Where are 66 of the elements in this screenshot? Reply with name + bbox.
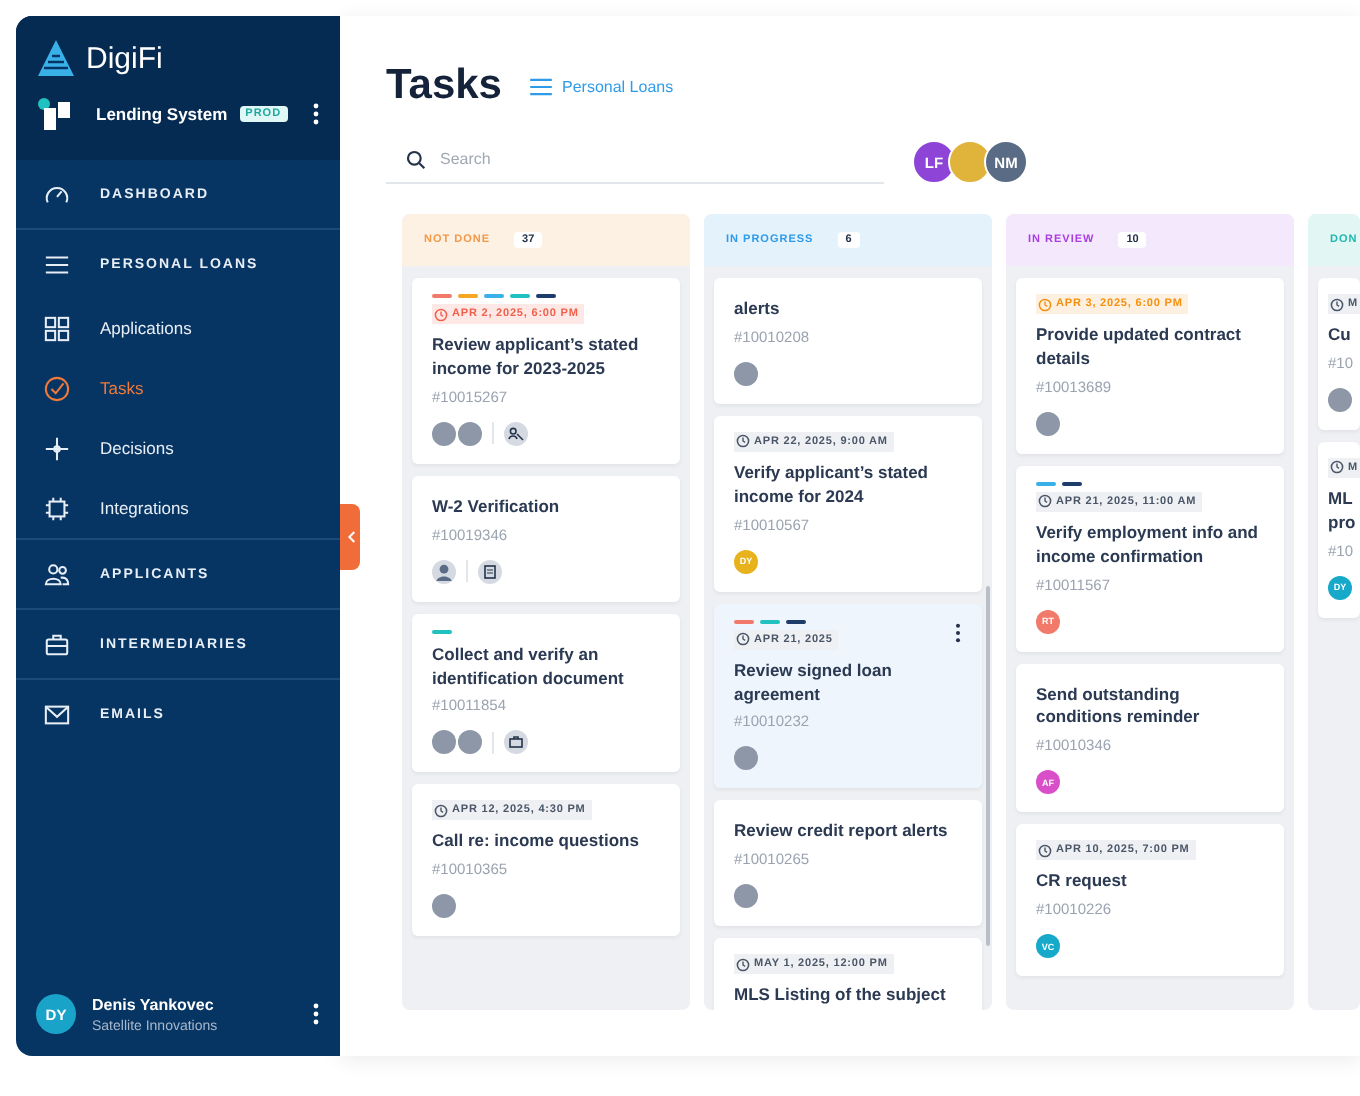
task-title: ML pro: [1328, 487, 1356, 536]
search-icon: [406, 149, 426, 169]
clock-icon: [736, 632, 750, 647]
menu-icon: [530, 77, 552, 95]
task-title: alerts: [734, 298, 780, 322]
clock-icon: [1038, 494, 1052, 509]
person-icon: [432, 559, 456, 584]
avatar-photo: [458, 421, 482, 446]
clock-icon: [1038, 297, 1052, 311]
logo-text: DigiFi: [86, 41, 163, 75]
task-title: Call re: income questions: [432, 830, 639, 855]
clock-icon: [434, 307, 448, 321]
avatar-photo: [734, 884, 758, 909]
avatar-photo: [1036, 411, 1060, 436]
avatar-photo: [432, 730, 456, 755]
clock-icon: [1330, 460, 1344, 475]
avatar-photo: [734, 361, 758, 386]
task-title: MLS Listing of the subject: [734, 984, 946, 1009]
gauge-icon: [44, 181, 70, 207]
clock-icon: [1330, 297, 1344, 311]
task-title: Collect and verify an identification document: [432, 643, 626, 691]
task-title: Provide updated contract details: [1036, 324, 1243, 372]
more-icon[interactable]: [312, 102, 320, 126]
nav-item[interactable]: Decisions: [16, 418, 340, 478]
clock-icon: [434, 803, 448, 818]
menu-icon: [44, 251, 70, 277]
briefcase-icon: [44, 631, 70, 657]
page-title: Tasks: [386, 62, 502, 110]
workspace-icon: [36, 96, 72, 132]
briefcase-icon: [504, 730, 528, 755]
chip-icon: [44, 495, 70, 521]
nav-item[interactable]: Applications: [16, 298, 340, 358]
avatar-photo[interactable]: [948, 140, 992, 184]
task-title: CR request: [1036, 870, 1127, 895]
avatar-photo: [734, 746, 758, 771]
task-title: Verify employment info and income confirmation: [1036, 521, 1260, 570]
check-icon: [44, 375, 70, 401]
scrollbar[interactable]: [986, 586, 990, 946]
avatar-photo: [1328, 387, 1352, 412]
task-title: Cu: [1328, 324, 1351, 348]
user-name: Denis Yankovec: [92, 995, 216, 1013]
clock-icon: [736, 957, 750, 972]
avatar-photo: [432, 421, 456, 446]
task-title: Review signed loan agreement: [734, 659, 894, 707]
more-icon[interactable]: [954, 621, 962, 644]
avatar-photo: [458, 730, 482, 755]
search-field[interactable]: Search: [440, 150, 876, 168]
clock-icon: [736, 434, 750, 449]
grid-icon: [44, 315, 70, 341]
nav-item[interactable]: Integrations: [16, 478, 340, 538]
chevron-left-icon: [345, 530, 355, 544]
task-title: Send outstanding conditions reminder: [1036, 683, 1202, 731]
avatar-photo: [432, 894, 456, 919]
more-icon[interactable]: [312, 1002, 320, 1026]
task-title: Verify applicant’s stated income for 2024: [734, 461, 930, 510]
people-icon: [44, 561, 70, 587]
mail-icon: [44, 701, 70, 727]
task-title: Review applicant’s stated income for 2023-2025: [432, 334, 641, 382]
task-title: W-2 Verification: [432, 495, 560, 520]
workspace-name[interactable]: Lending System: [96, 104, 228, 124]
clock-icon: [1038, 843, 1052, 858]
document-icon: [478, 559, 502, 584]
collapse-button[interactable]: [340, 504, 360, 570]
logo-icon: [36, 38, 76, 78]
task-title: Review credit report alerts: [734, 820, 948, 845]
nav-item[interactable]: Tasks: [16, 358, 340, 418]
